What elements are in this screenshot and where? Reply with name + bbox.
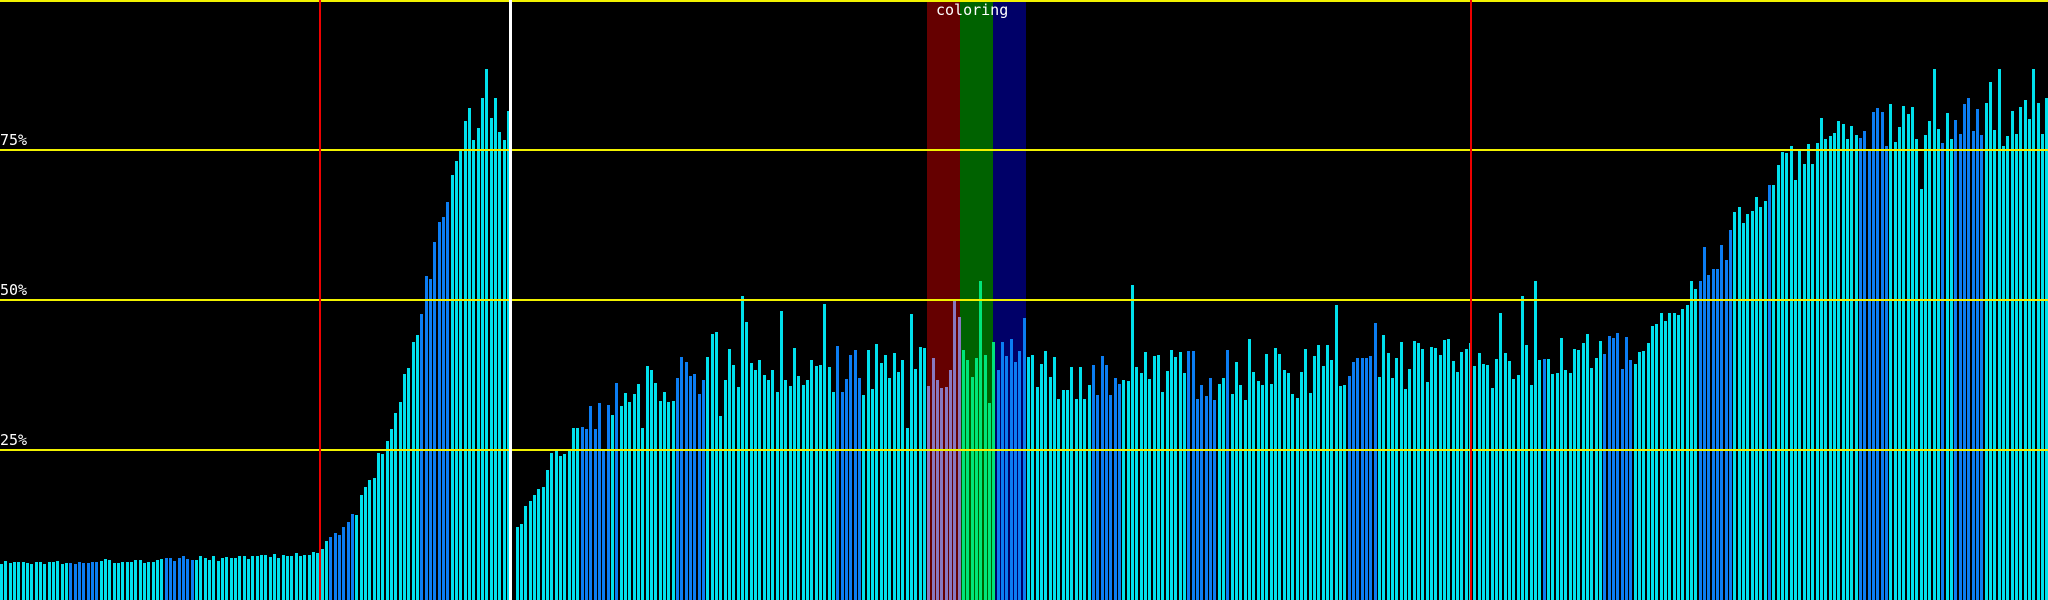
usage-graph: 75% 50% 25% coloring <box>0 0 2048 600</box>
ytick-75: 75% <box>0 131 28 149</box>
ytick-25: 25% <box>0 431 28 449</box>
ytick-50: 50% <box>0 281 28 299</box>
labels-layer: 75% 50% 25% coloring <box>0 0 2048 600</box>
phase-band-label: coloring <box>936 1 1009 19</box>
